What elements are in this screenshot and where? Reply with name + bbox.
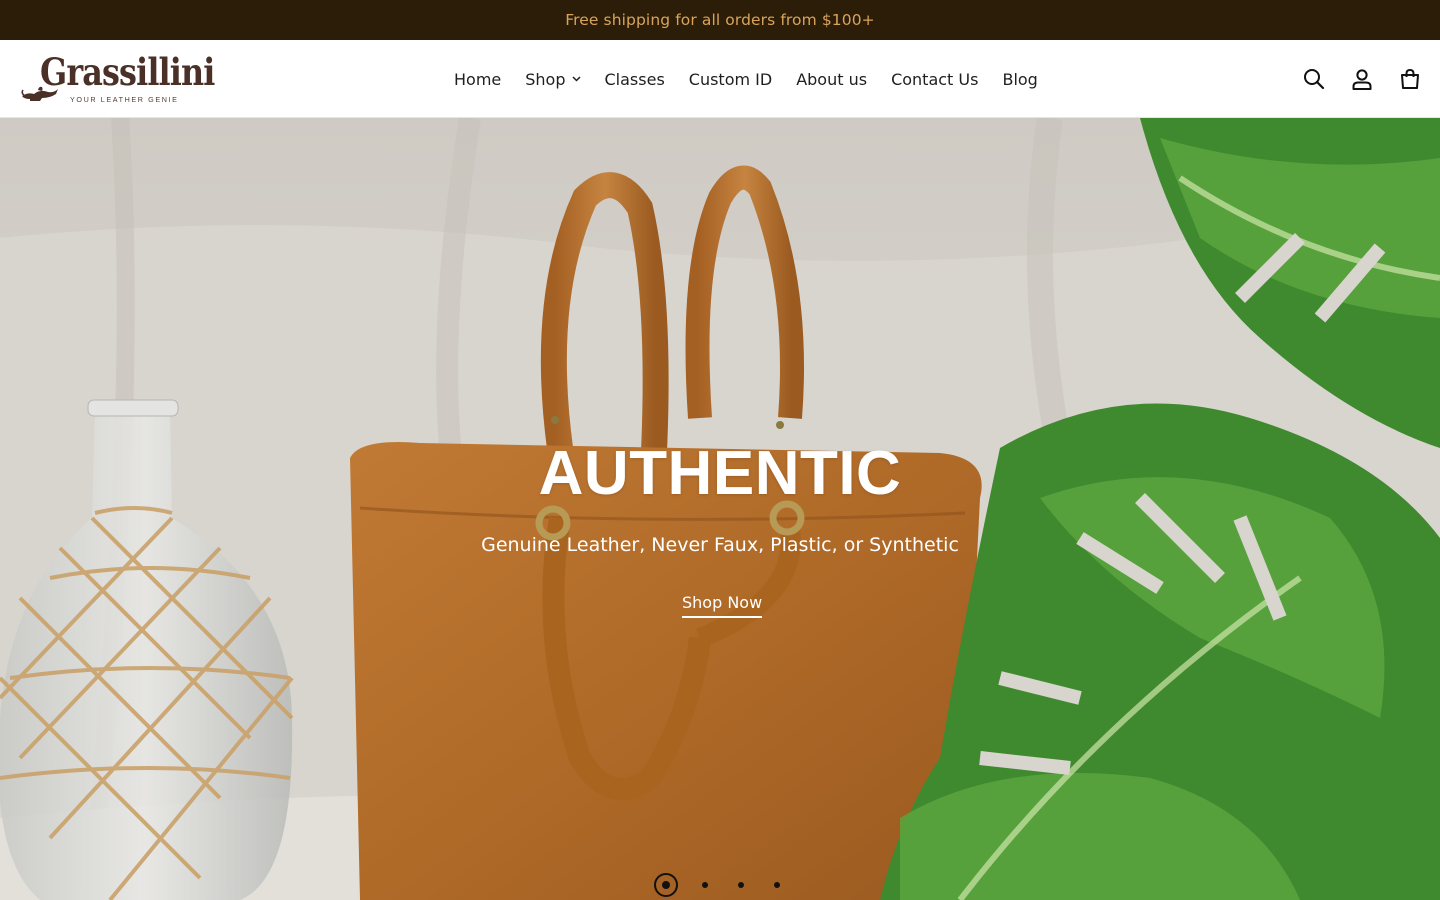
main-nav: Home Shop Classes Custom ID About us Con… [454,40,1038,118]
hero-subtitle: Genuine Leather, Never Faux, Plastic, or… [481,534,959,556]
shop-now-button[interactable]: Shop Now [682,593,763,618]
slide-dot-3[interactable] [738,882,744,888]
brand-wordmark: Grassillini [40,50,215,94]
announcement-bar: Free shipping for all orders from $100+ [0,0,1440,40]
nav-item-home[interactable]: Home [454,70,501,89]
brand-tagline: YOUR LEATHER GENIE [70,95,179,104]
search-icon[interactable] [1302,67,1326,91]
hero-title: AUTHENTIC [538,439,902,508]
brand-logo[interactable]: Grassillini YOUR LEATHER GENIE [20,50,216,110]
chevron-down-icon [571,76,581,82]
announcement-text: Free shipping for all orders from $100+ [565,11,875,29]
slide-dot-4[interactable] [774,882,780,888]
nav-item-label: Classes [604,69,665,89]
nav-item-label: About us [796,69,868,89]
slide-dot-1[interactable] [654,873,678,897]
account-icon[interactable] [1350,67,1374,91]
nav-item-classes[interactable]: Classes [605,70,665,89]
slide-dot-2[interactable] [702,882,708,888]
nav-item-label: Blog [1002,69,1038,89]
site-header: Grassillini YOUR LEATHER GENIE Home Shop… [0,40,1440,118]
nav-item-blog[interactable]: Blog [1002,70,1037,89]
nav-item-shop[interactable]: Shop [525,69,581,89]
nav-item-label: Custom ID [688,69,773,89]
header-actions [1278,40,1422,118]
hero-slideshow: AUTHENTIC Genuine Leather, Never Faux, P… [0,118,1440,900]
nav-item-label: Home [454,69,502,89]
nav-item-label: Shop [525,69,566,89]
nav-item-about-us[interactable]: About us [796,70,867,89]
cart-icon[interactable] [1398,67,1422,91]
slide-pagination [654,873,810,897]
nav-item-label: Contact Us [891,69,979,89]
nav-item-contact-us[interactable]: Contact Us [891,70,978,89]
nav-item-custom-id[interactable]: Custom ID [689,70,772,89]
hero-content: AUTHENTIC Genuine Leather, Never Faux, P… [0,118,1440,900]
